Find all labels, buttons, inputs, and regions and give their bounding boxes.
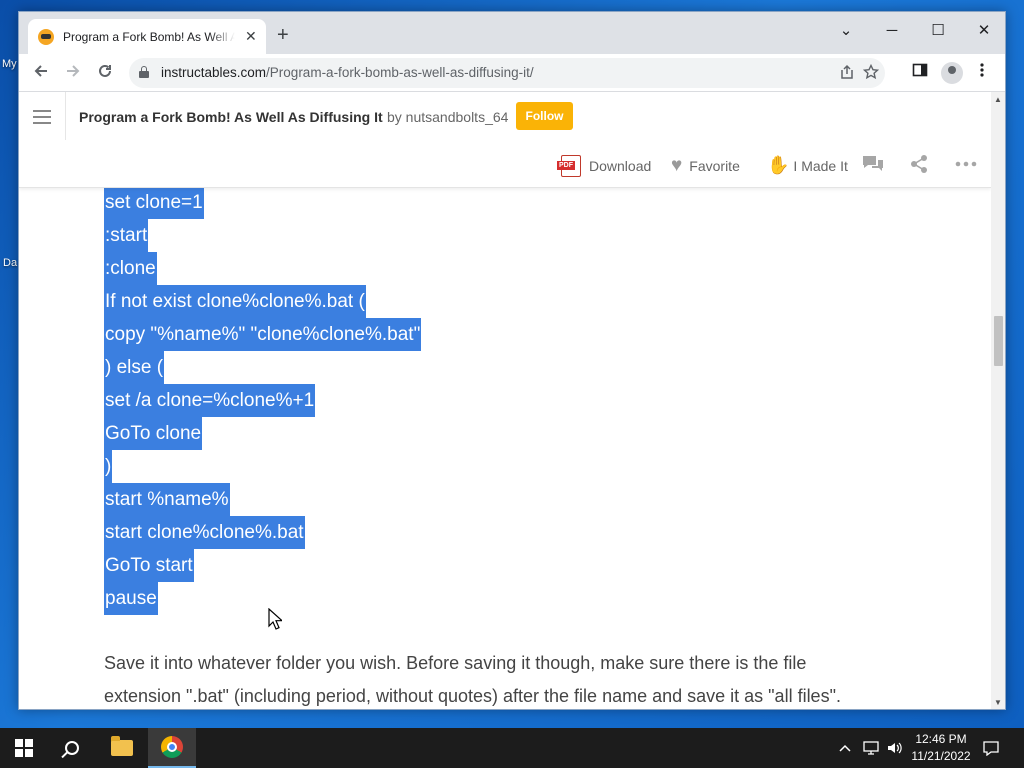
code-line: If not exist clone%clone%.bat ( xyxy=(104,285,366,318)
reload-icon[interactable] xyxy=(93,61,117,85)
divider xyxy=(65,92,66,140)
side-panel-icon[interactable] xyxy=(912,62,928,83)
code-line: start %name% xyxy=(104,483,230,516)
back-arrow-icon[interactable] xyxy=(29,61,53,85)
tab-close-icon[interactable]: ✕ xyxy=(245,28,257,45)
pdf-icon xyxy=(557,155,581,177)
author-byline[interactable]: by nutsandbolts_64 xyxy=(387,109,508,125)
comments-icon[interactable] xyxy=(861,154,885,179)
new-tab-button[interactable]: + xyxy=(277,24,289,47)
follow-button[interactable]: Follow xyxy=(516,102,573,130)
share-icon[interactable] xyxy=(909,154,929,179)
search-icon xyxy=(65,741,79,755)
tray-chevron-up-icon[interactable] xyxy=(838,728,852,768)
windows-logo-icon xyxy=(15,739,33,757)
address-bar[interactable]: instructables.com/Program-a-fork-bomb-as… xyxy=(129,58,885,88)
code-line: :start xyxy=(104,219,149,252)
instructables-favicon-icon xyxy=(38,28,54,45)
article-title: Program a Fork Bomb! As Well As Diffusin… xyxy=(79,109,383,125)
tab-strip: Program a Fork Bomb! As Well As Diffusin… xyxy=(19,12,1005,54)
close-window-button[interactable]: ✕ xyxy=(961,16,1005,46)
system-clock[interactable]: 12:46 PM 11/21/2022 xyxy=(906,731,976,765)
code-line: GoTo start xyxy=(104,549,194,582)
notifications-icon[interactable] xyxy=(982,728,1000,768)
scroll-thumb[interactable] xyxy=(994,316,1003,366)
code-line: copy "%name%" "clone%clone%.bat" xyxy=(104,318,422,351)
chrome-icon xyxy=(161,736,183,758)
url-host: instructables.com xyxy=(161,65,267,80)
code-line: set clone=1 xyxy=(104,186,204,219)
minimize-button[interactable]: ─ xyxy=(869,16,915,46)
heart-icon: ♥ xyxy=(671,155,683,176)
tab-search-icon[interactable]: ⌄ xyxy=(823,16,869,46)
mouse-cursor-icon xyxy=(268,608,282,630)
download-label: Download xyxy=(589,158,652,174)
download-button[interactable]: Download xyxy=(557,155,652,177)
code-line: pause xyxy=(104,582,158,615)
chrome-taskbar-button[interactable] xyxy=(148,728,196,768)
code-line: ) else ( xyxy=(104,351,165,384)
vertical-scrollbar[interactable]: ▲ ▼ xyxy=(991,92,1005,709)
url-text[interactable]: instructables.com/Program-a-fork-bomb-as… xyxy=(161,65,534,80)
hand-icon: ✋ xyxy=(767,155,790,175)
code-line: start clone%clone%.bat xyxy=(104,516,305,549)
code-line: set /a clone=%clone%+1 xyxy=(104,384,316,417)
maximize-button[interactable]: ☐ xyxy=(915,16,961,46)
paragraph-line: extension ".bat" (including period, with… xyxy=(104,686,841,706)
body-paragraph: Save it into whatever folder you wish. B… xyxy=(104,647,894,709)
url-path: /Program-a-fork-bomb-as-well-as-diffusin… xyxy=(266,65,534,80)
menu-kebab-icon[interactable] xyxy=(979,62,985,83)
desktop-icon-label[interactable]: My xyxy=(2,58,17,70)
code-line: ) xyxy=(104,450,113,483)
bookmark-star-icon[interactable] xyxy=(862,63,880,84)
site-header: Program a Fork Bomb! As Well As Diffusin… xyxy=(19,92,991,188)
tab-title: Program a Fork Bomb! As Well As Diffusin… xyxy=(63,29,235,44)
clock-time: 12:46 PM xyxy=(915,732,967,746)
favorite-button[interactable]: ♥ Favorite xyxy=(671,155,740,177)
made-it-label: I Made It xyxy=(793,157,848,174)
share-icon[interactable] xyxy=(839,64,855,84)
more-options-icon[interactable] xyxy=(955,154,977,179)
profile-avatar-icon[interactable] xyxy=(941,62,963,84)
browser-tab[interactable]: Program a Fork Bomb! As Well As Diffusin… xyxy=(28,19,266,54)
folder-icon xyxy=(111,736,133,756)
favorite-label: Favorite xyxy=(689,158,740,174)
forward-arrow-icon[interactable] xyxy=(61,61,85,85)
desktop-icon-label[interactable]: Da xyxy=(3,257,17,269)
clock-date: 11/21/2022 xyxy=(911,749,971,763)
volume-icon[interactable] xyxy=(886,728,902,768)
browser-window: Program a Fork Bomb! As Well As Diffusin… xyxy=(18,11,1006,710)
paragraph-line: Save it into whatever folder you wish. B… xyxy=(104,653,807,673)
browser-toolbar: instructables.com/Program-a-fork-bomb-as… xyxy=(19,54,1005,92)
code-line: :clone xyxy=(104,252,157,285)
search-button[interactable] xyxy=(48,728,96,768)
i-made-it-button[interactable]: ✋ I Made It xyxy=(767,155,848,176)
lock-icon[interactable] xyxy=(139,66,149,78)
taskbar: 12:46 PM 11/21/2022 xyxy=(0,728,1024,768)
scroll-down-arrow-icon[interactable]: ▼ xyxy=(994,698,1002,707)
code-line: GoTo clone xyxy=(104,417,203,450)
hamburger-menu-icon[interactable] xyxy=(33,110,51,124)
file-explorer-button[interactable] xyxy=(98,728,146,768)
start-button[interactable] xyxy=(0,728,48,768)
network-icon[interactable] xyxy=(862,728,880,768)
web-page: Program a Fork Bomb! As Well As Diffusin… xyxy=(19,92,991,709)
scroll-up-arrow-icon[interactable]: ▲ xyxy=(994,95,1002,104)
